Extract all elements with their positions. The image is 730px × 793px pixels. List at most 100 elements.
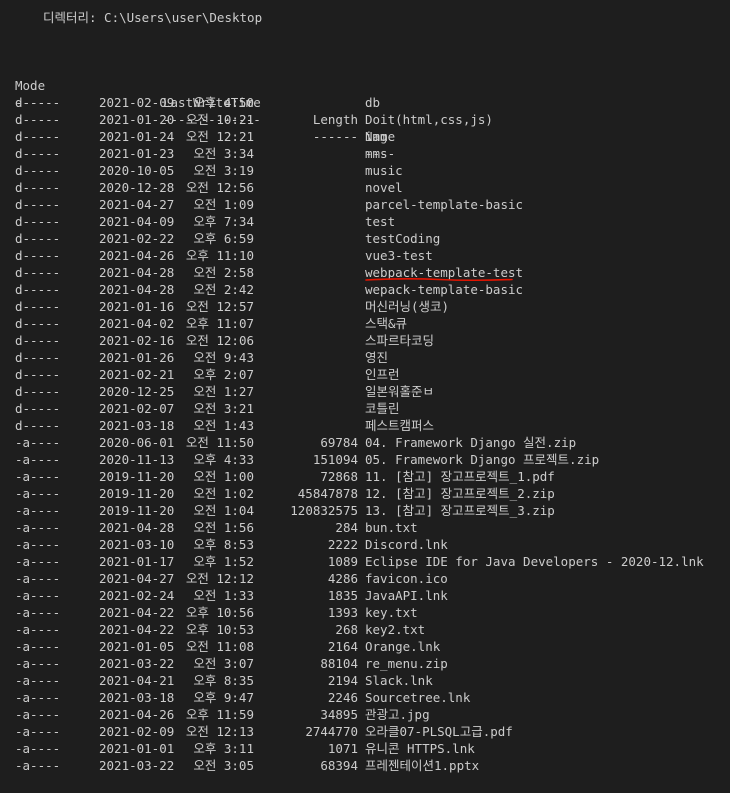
mode-cell: -a---- bbox=[15, 605, 61, 620]
time-cell: 오전 2:42 bbox=[193, 282, 254, 297]
time-cell: 오전 3:19 bbox=[193, 163, 254, 178]
length-cell: 45847878 bbox=[297, 486, 358, 501]
name-cell: Orange.lnk bbox=[365, 639, 441, 654]
listing-row: -a---- 2021-04-22 1393 key.txt 오후 10:56 bbox=[0, 604, 730, 621]
name-cell: 04. Framework Django 실전.zip bbox=[365, 435, 577, 450]
mode-cell: d----- bbox=[15, 231, 61, 246]
date-cell: 2021-02-09 bbox=[99, 724, 175, 739]
time-cell: 오전 1:33 bbox=[193, 588, 254, 603]
time-cell: 오전 3:07 bbox=[193, 656, 254, 671]
mode-cell: d----- bbox=[15, 367, 61, 382]
length-cell: 72868 bbox=[320, 469, 358, 484]
mode-cell: -a---- bbox=[15, 435, 61, 450]
listing-row: -a---- 2021-02-09 2744770 오라클07-PLSQL고급.pdf… bbox=[0, 723, 730, 740]
time-cell: 오전 12:12 bbox=[185, 571, 254, 586]
date-cell: 2021-01-23 bbox=[99, 146, 175, 161]
length-cell: 68394 bbox=[320, 758, 358, 773]
time-cell: 오전 3:05 bbox=[193, 758, 254, 773]
date-cell: 2021-03-22 bbox=[99, 758, 175, 773]
listing-row: d----- 2021-02-16 스파르타코딩 오전 12:06 bbox=[0, 332, 730, 349]
listing-row: -a---- 2020-11-13 151094 05. Framework Djan… bbox=[0, 451, 730, 468]
mode-cell: d----- bbox=[15, 95, 61, 110]
mode-cell: -a---- bbox=[15, 673, 61, 688]
name-cell: testCoding bbox=[365, 231, 441, 246]
time-cell: 오전 1:04 bbox=[193, 503, 254, 518]
date-cell: 2021-03-18 bbox=[99, 418, 175, 433]
listing-row: -a---- 2021-01-05 2164 Orange.lnk 오전 11:08 bbox=[0, 638, 730, 655]
length-cell: 69784 bbox=[320, 435, 358, 450]
length-cell: 268 bbox=[335, 622, 358, 637]
listing-row: -a---- 2021-01-01 1071 유니콘 HTTPS.lnk 오후 3:11 bbox=[0, 740, 730, 757]
listing-row: -a---- 2021-04-21 2194 Slack.lnk 오후 8:35 bbox=[0, 672, 730, 689]
time-cell: 오후 9:47 bbox=[193, 690, 254, 705]
length-cell: 2164 bbox=[327, 639, 358, 654]
mode-cell: -a---- bbox=[15, 588, 61, 603]
column-header-row: Mode LastWriteTime Length Name bbox=[0, 60, 730, 144]
length-cell: 4286 bbox=[327, 571, 358, 586]
mode-cell: d----- bbox=[15, 401, 61, 416]
time-cell: 오후 11:07 bbox=[185, 316, 254, 331]
date-cell: 2020-12-25 bbox=[99, 384, 175, 399]
time-cell: 오후 3:11 bbox=[193, 741, 254, 756]
date-cell: 2021-04-09 bbox=[99, 214, 175, 229]
listing-row: -a---- 2021-02-24 1835 JavaAPI.lnk 오전 1:33 bbox=[0, 587, 730, 604]
time-cell: 오전 3:34 bbox=[193, 146, 254, 161]
listing-row: d----- 2021-04-09 test 오후 7:34 bbox=[0, 213, 730, 230]
time-cell: 오후 8:35 bbox=[193, 673, 254, 688]
mode-cell: d----- bbox=[15, 146, 61, 161]
date-cell: 2021-04-02 bbox=[99, 316, 175, 331]
date-cell: 2021-02-21 bbox=[99, 367, 175, 382]
time-cell: 오후 10:56 bbox=[185, 605, 254, 620]
date-cell: 2021-03-22 bbox=[99, 656, 175, 671]
mode-cell: d----- bbox=[15, 350, 61, 365]
listing-row: d----- 2021-04-27 parcel-template-basic 오전 … bbox=[0, 196, 730, 213]
length-cell: 284 bbox=[335, 520, 358, 535]
time-cell: 오전 1:02 bbox=[193, 486, 254, 501]
listing-row: -a---- 2021-04-22 268 key2.txt 오후 10:53 bbox=[0, 621, 730, 638]
name-cell: music bbox=[365, 163, 403, 178]
name-cell: key2.txt bbox=[365, 622, 426, 637]
name-cell: Discord.lnk bbox=[365, 537, 448, 552]
name-cell: 인프런 bbox=[365, 367, 400, 382]
name-cell: 스택&큐 bbox=[365, 316, 408, 331]
mode-cell: d----- bbox=[15, 282, 61, 297]
mode-cell: -a---- bbox=[15, 486, 61, 501]
time-cell: 오전 1:43 bbox=[193, 418, 254, 433]
time-cell: 오후 11:10 bbox=[185, 248, 254, 263]
mode-cell: d----- bbox=[15, 333, 61, 348]
mode-cell: -a---- bbox=[15, 622, 61, 637]
listing-row: d----- 2021-04-28 wepack-template-basic 오전 … bbox=[0, 281, 730, 298]
time-cell: 오전 12:06 bbox=[185, 333, 254, 348]
date-cell: 2019-11-20 bbox=[99, 503, 175, 518]
name-cell: 11. [참고] 장고프로젝트_1.pdf bbox=[365, 469, 555, 484]
date-cell: 2019-11-20 bbox=[99, 486, 175, 501]
terminal-output: 디렉터리: C:\Users\user\Desktop Mode LastWri… bbox=[0, 0, 730, 793]
mode-cell: -a---- bbox=[15, 656, 61, 671]
mode-cell: d----- bbox=[15, 299, 61, 314]
time-cell: 오후 2:07 bbox=[193, 367, 254, 382]
name-cell: Eclipse IDE for Java Developers - 2020-1… bbox=[365, 554, 704, 569]
date-cell: 2020-06-01 bbox=[99, 435, 175, 450]
date-cell: 2021-01-24 bbox=[99, 129, 175, 144]
name-cell: favicon.ico bbox=[365, 571, 448, 586]
listing-row: d----- 2021-02-09 db 오후 4:50 bbox=[0, 94, 730, 111]
mode-cell: d----- bbox=[15, 129, 61, 144]
listing-row: d----- 2021-02-22 testCoding 오후 6:59 bbox=[0, 230, 730, 247]
mode-cell: -a---- bbox=[15, 758, 61, 773]
name-cell: 스파르타코딩 bbox=[365, 333, 435, 348]
name-cell: Sourcetree.lnk bbox=[365, 690, 471, 705]
listing-row: d----- 2020-10-05 music 오전 3:19 bbox=[0, 162, 730, 179]
red-underline-annotation bbox=[365, 278, 513, 282]
mode-cell: d----- bbox=[15, 418, 61, 433]
time-cell: 오전 2:58 bbox=[193, 265, 254, 280]
listing-row: -a---- 2021-03-10 2222 Discord.lnk 오후 8:53 bbox=[0, 536, 730, 553]
name-cell: 05. Framework Django 프로젝트.zip bbox=[365, 452, 600, 467]
listing-row: d----- 2021-02-07 코틀린 오전 3:21 bbox=[0, 400, 730, 417]
mode-cell: -a---- bbox=[15, 537, 61, 552]
date-cell: 2021-02-07 bbox=[99, 401, 175, 416]
name-cell: key.txt bbox=[365, 605, 418, 620]
mode-cell: -a---- bbox=[15, 554, 61, 569]
time-cell: 오전 12:56 bbox=[185, 180, 254, 195]
listing-row: d----- 2021-01-24 img 오전 12:21 bbox=[0, 128, 730, 145]
name-cell: 코틀린 bbox=[365, 401, 400, 416]
